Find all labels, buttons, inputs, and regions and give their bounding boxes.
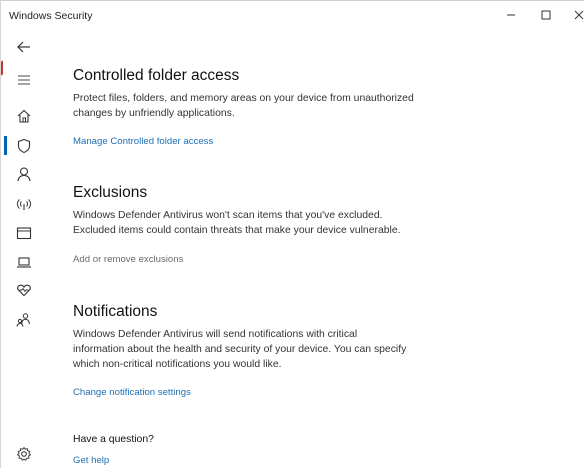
nav-virus-protection[interactable] bbox=[15, 137, 33, 155]
nav-device-performance[interactable] bbox=[15, 281, 33, 299]
maximize-button[interactable] bbox=[534, 5, 558, 25]
help-question: Have a question? bbox=[73, 434, 154, 445]
change-notification-settings-link[interactable]: Change notification settings bbox=[73, 387, 191, 398]
notifications-description: Windows Defender Antivirus will send not… bbox=[73, 327, 493, 372]
family-icon bbox=[16, 313, 30, 327]
nav-home[interactable] bbox=[15, 107, 33, 125]
title-bar: Windows Security bbox=[1, 1, 584, 31]
nav-device-security[interactable] bbox=[15, 253, 33, 271]
wireless-icon bbox=[17, 199, 31, 210]
nav-family-options[interactable] bbox=[15, 311, 33, 329]
person-icon bbox=[17, 167, 31, 182]
gear-icon bbox=[16, 446, 32, 461]
description-line: information about the health and securit… bbox=[73, 344, 407, 355]
hamburger-menu-icon bbox=[18, 75, 30, 85]
back-button[interactable] bbox=[15, 38, 33, 56]
exclusions-heading: Exclusions bbox=[73, 184, 148, 201]
minimize-icon bbox=[507, 14, 515, 16]
close-button[interactable] bbox=[567, 5, 584, 25]
notifications-heading: Notifications bbox=[73, 303, 158, 320]
description-line: which non-critical notifications you wou… bbox=[73, 359, 282, 370]
laptop-icon bbox=[17, 257, 31, 268]
description-line: changes by unfriendly applications. bbox=[73, 108, 235, 119]
add-remove-exclusions-link[interactable]: Add or remove exclusions bbox=[73, 254, 183, 265]
maximize-icon bbox=[541, 10, 551, 20]
window-title: Windows Security bbox=[9, 10, 93, 22]
app-browser-icon bbox=[16, 227, 32, 240]
home-icon bbox=[17, 109, 31, 123]
description-line: Protect files, folders, and memory areas… bbox=[73, 93, 414, 104]
close-icon bbox=[574, 10, 584, 20]
navigation-sidebar bbox=[1, 31, 45, 468]
windows-security-window: Windows Security Controlled folder acces… bbox=[0, 0, 584, 468]
manage-controlled-folder-access-link[interactable]: Manage Controlled folder access bbox=[73, 136, 213, 147]
active-item-indicator bbox=[4, 136, 7, 155]
description-line: Windows Defender Antivirus won't scan it… bbox=[73, 210, 383, 221]
minimize-button[interactable] bbox=[499, 5, 523, 25]
description-line: Excluded items could contain threats tha… bbox=[73, 225, 401, 236]
controlled-folder-access-description: Protect files, folders, and memory areas… bbox=[73, 91, 493, 121]
menu-button[interactable] bbox=[15, 71, 33, 89]
get-help-link[interactable]: Get help bbox=[73, 455, 109, 466]
controlled-folder-access-heading: Controlled folder access bbox=[73, 67, 240, 84]
back-arrow-icon bbox=[17, 41, 30, 53]
settings-button[interactable] bbox=[15, 445, 33, 463]
nav-firewall-network[interactable] bbox=[15, 195, 33, 213]
nav-app-browser-control[interactable] bbox=[15, 224, 33, 242]
nav-account-protection[interactable] bbox=[15, 165, 33, 183]
description-line: Windows Defender Antivirus will send not… bbox=[73, 329, 358, 340]
exclusions-description: Windows Defender Antivirus won't scan it… bbox=[73, 208, 493, 238]
heart-icon bbox=[17, 284, 31, 297]
shield-icon bbox=[17, 138, 31, 154]
